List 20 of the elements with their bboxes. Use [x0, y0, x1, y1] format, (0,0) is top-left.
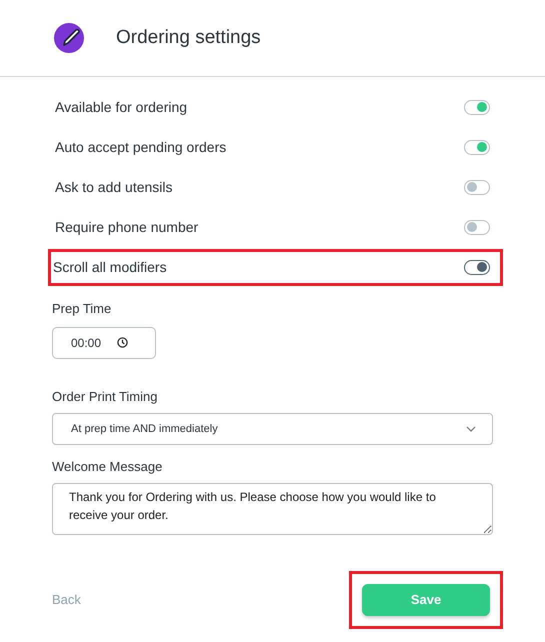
toggle-switch[interactable]: [464, 180, 490, 194]
time-field[interactable]: 00:00: [52, 326, 156, 358]
toggle-label: Available for ordering: [55, 98, 188, 117]
toggle-label: Auto accept pending orders: [55, 138, 226, 157]
message-field[interactable]: Thank you for Ordering with us. Please choose how you would like to receive your order.: [52, 482, 493, 534]
toggle-label: Require phone number: [55, 218, 198, 237]
toggle-label: Scroll all modifiers: [53, 258, 167, 276]
page-title: Ordering settings: [116, 26, 261, 50]
timing-select[interactable]: At prep time AND immediately: [52, 413, 493, 445]
pencil-icon: [54, 22, 86, 54]
toggle-switch[interactable]: [464, 260, 490, 274]
field-label: Order Print Timing: [52, 388, 158, 406]
toggle-switch[interactable]: [464, 220, 490, 234]
toggle-switch[interactable]: [464, 140, 490, 154]
clock-icon: [117, 337, 128, 348]
toggle-switch[interactable]: [464, 100, 490, 114]
chevron-down-icon: [466, 426, 476, 432]
field-label: Prep Time: [52, 300, 112, 318]
field-label: Welcome Message: [52, 458, 164, 476]
toggle-label: Ask to add utensils: [55, 178, 173, 196]
